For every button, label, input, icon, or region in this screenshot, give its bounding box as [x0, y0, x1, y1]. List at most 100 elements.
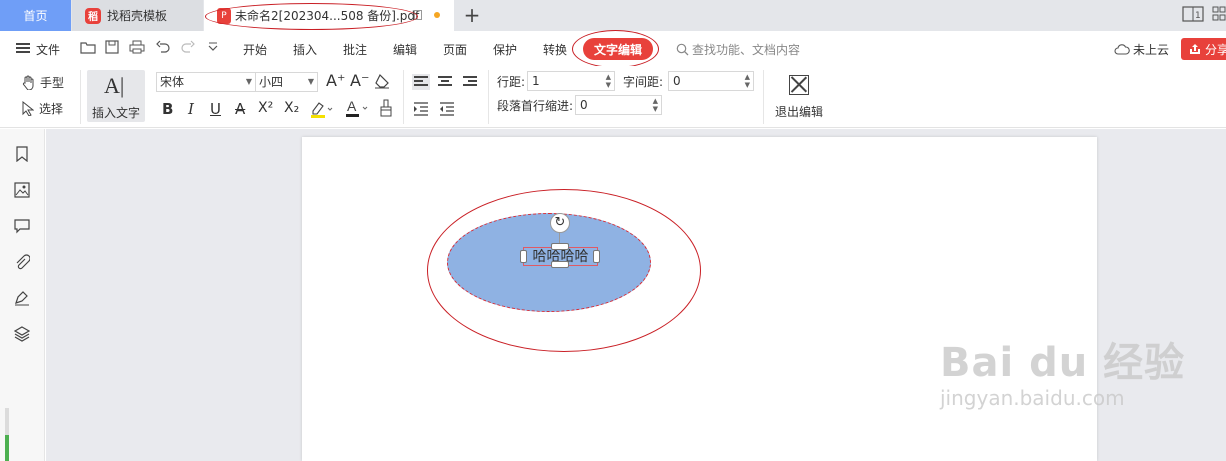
save-icon[interactable] [105, 40, 119, 58]
docer-logo-icon: 稻 [85, 7, 101, 24]
svg-text:A: A [347, 98, 357, 114]
redo-icon[interactable] [181, 40, 195, 58]
font-name-value: 宋体 [160, 75, 185, 89]
resize-handle-right[interactable] [593, 250, 600, 263]
clear-format-icon[interactable] [374, 73, 390, 92]
undo-icon[interactable] [156, 40, 170, 58]
char-spacing-input[interactable]: 0 ▲ ▼ [668, 71, 754, 91]
menu-convert[interactable]: 转换 [543, 41, 567, 58]
ribbon-toolbar: 手型 选择 A| 插入文字 宋体 ▼ 小四 ▼ A⁺ A⁻ B I U A X²… [0, 66, 1226, 128]
menu-comment[interactable]: 批注 [343, 41, 367, 58]
highlight-color-icon[interactable] [310, 100, 334, 121]
resize-handle-top[interactable] [551, 243, 569, 250]
cursor-arrow-icon [22, 101, 34, 116]
comment-icon[interactable] [14, 218, 30, 234]
window-layout-icon[interactable]: 1 [1182, 6, 1204, 24]
attachment-icon[interactable] [14, 254, 31, 270]
divider [80, 70, 81, 124]
layers-icon[interactable] [13, 326, 31, 342]
tab-template-label: 找稻壳模板 [107, 9, 168, 23]
spinner-arrows-icon: ▲ ▼ [744, 73, 750, 89]
close-box-icon[interactable] [789, 75, 809, 95]
align-left-button[interactable] [412, 74, 430, 90]
menu-bar: 文件 开始 插入 批注 编辑 页面 保护 转换 文字编辑 查找功能、文档内容 [0, 31, 1226, 65]
font-name-select[interactable]: 宋体 ▼ [156, 72, 256, 92]
watermark-url: jingyan.baidu.com [940, 386, 1125, 410]
divider [488, 70, 489, 124]
quick-access-dropdown-icon[interactable] [208, 40, 218, 58]
thumbnail-icon[interactable] [14, 182, 30, 198]
hand-icon [22, 75, 34, 90]
share-button[interactable]: 分享 [1181, 38, 1226, 60]
tab-document[interactable]: P 未命名2[202304...508 备份].pdf [204, 0, 454, 31]
menu-protect[interactable]: 保护 [493, 41, 517, 58]
strikethrough-button[interactable]: A [235, 100, 245, 118]
char-spacing-label: 字间距: [623, 75, 664, 89]
menu-insert[interactable]: 插入 [293, 41, 317, 58]
decrease-indent-icon[interactable] [439, 102, 455, 119]
select-tool-label: 选择 [39, 102, 64, 116]
chevron-down-icon: ▼ [307, 77, 314, 86]
resize-handle-left[interactable] [520, 250, 527, 263]
grow-font-button[interactable]: A⁺ [326, 71, 345, 90]
search-placeholder: 查找功能、文档内容 [692, 43, 801, 57]
line-spacing-input[interactable]: 1 ▲ ▼ [527, 71, 615, 91]
search-icon [676, 43, 689, 56]
cloud-status[interactable]: 未上云 [1114, 41, 1169, 58]
line-spacing-value: 1 [532, 74, 540, 88]
signature-icon[interactable] [14, 290, 30, 306]
grid-view-icon[interactable] [1212, 6, 1226, 24]
menu-edit[interactable]: 编辑 [393, 41, 417, 58]
hamburger-icon[interactable] [16, 43, 30, 53]
char-spacing-value: 0 [673, 74, 681, 88]
pdf-file-icon: P [217, 7, 231, 24]
print-icon[interactable] [129, 40, 145, 58]
exit-edit-button[interactable]: 退出编辑 [775, 103, 823, 120]
insert-text-button[interactable]: A| 插入文字 [87, 70, 145, 122]
new-tab-button[interactable]: + [462, 4, 482, 26]
underline-button[interactable]: U [210, 100, 221, 118]
chevron-down-icon: ▼ [245, 77, 252, 86]
font-size-select[interactable]: 小四 ▼ [255, 72, 318, 92]
pdf-page[interactable] [302, 137, 1097, 461]
line-spacing-label: 行距: [497, 75, 526, 89]
menu-text-edit[interactable]: 文字编辑 [583, 38, 653, 60]
superscript-button[interactable]: X² [258, 100, 273, 116]
format-painter-icon[interactable] [379, 99, 393, 120]
menu-file[interactable]: 文件 [36, 41, 60, 58]
spinner-arrows-icon: ▲ ▼ [652, 97, 658, 113]
tab-window-icon[interactable] [414, 10, 422, 20]
progress-indicator [5, 408, 9, 461]
search-box[interactable]: 查找功能、文档内容 [676, 41, 800, 58]
tab-document-label: 未命名2[202304...508 备份].pdf [235, 9, 420, 23]
tab-home[interactable]: 首页 [0, 0, 71, 31]
resize-handle-bottom[interactable] [551, 261, 569, 268]
italic-button[interactable]: I [188, 100, 194, 118]
cloud-label: 未上云 [1133, 43, 1170, 57]
font-color-icon[interactable]: A [345, 98, 369, 121]
menu-page[interactable]: 页面 [443, 41, 467, 58]
rotate-icon[interactable]: ↻ [550, 213, 570, 233]
cloud-icon [1114, 43, 1130, 55]
hand-tool-label: 手型 [40, 76, 65, 90]
tab-template[interactable]: 稻 找稻壳模板 [72, 0, 203, 31]
align-left-icon [414, 76, 428, 88]
open-folder-icon[interactable] [80, 40, 96, 58]
svg-text:1: 1 [1195, 11, 1201, 21]
subscript-button[interactable]: X₂ [284, 100, 299, 116]
divider [763, 70, 764, 124]
bookmark-icon[interactable] [14, 146, 30, 163]
divider [403, 70, 404, 124]
tab-bar: 首页 稻 找稻壳模板 P 未命名2[202304...508 备份].pdf +… [0, 0, 1226, 31]
indent-value: 0 [580, 98, 588, 112]
select-tool[interactable]: 选择 [22, 100, 63, 117]
indent-input[interactable]: 0 ▲ ▼ [575, 95, 662, 115]
watermark-main: Bai du 经验 [940, 340, 1186, 386]
shrink-font-button[interactable]: A⁻ [350, 71, 369, 90]
hand-tool[interactable]: 手型 [22, 74, 64, 91]
increase-indent-icon[interactable] [413, 102, 429, 119]
menu-start[interactable]: 开始 [243, 41, 267, 58]
bold-button[interactable]: B [162, 100, 173, 118]
indent-label: 段落首行缩进: [497, 99, 574, 113]
insert-text-icon: A| [104, 73, 125, 98]
